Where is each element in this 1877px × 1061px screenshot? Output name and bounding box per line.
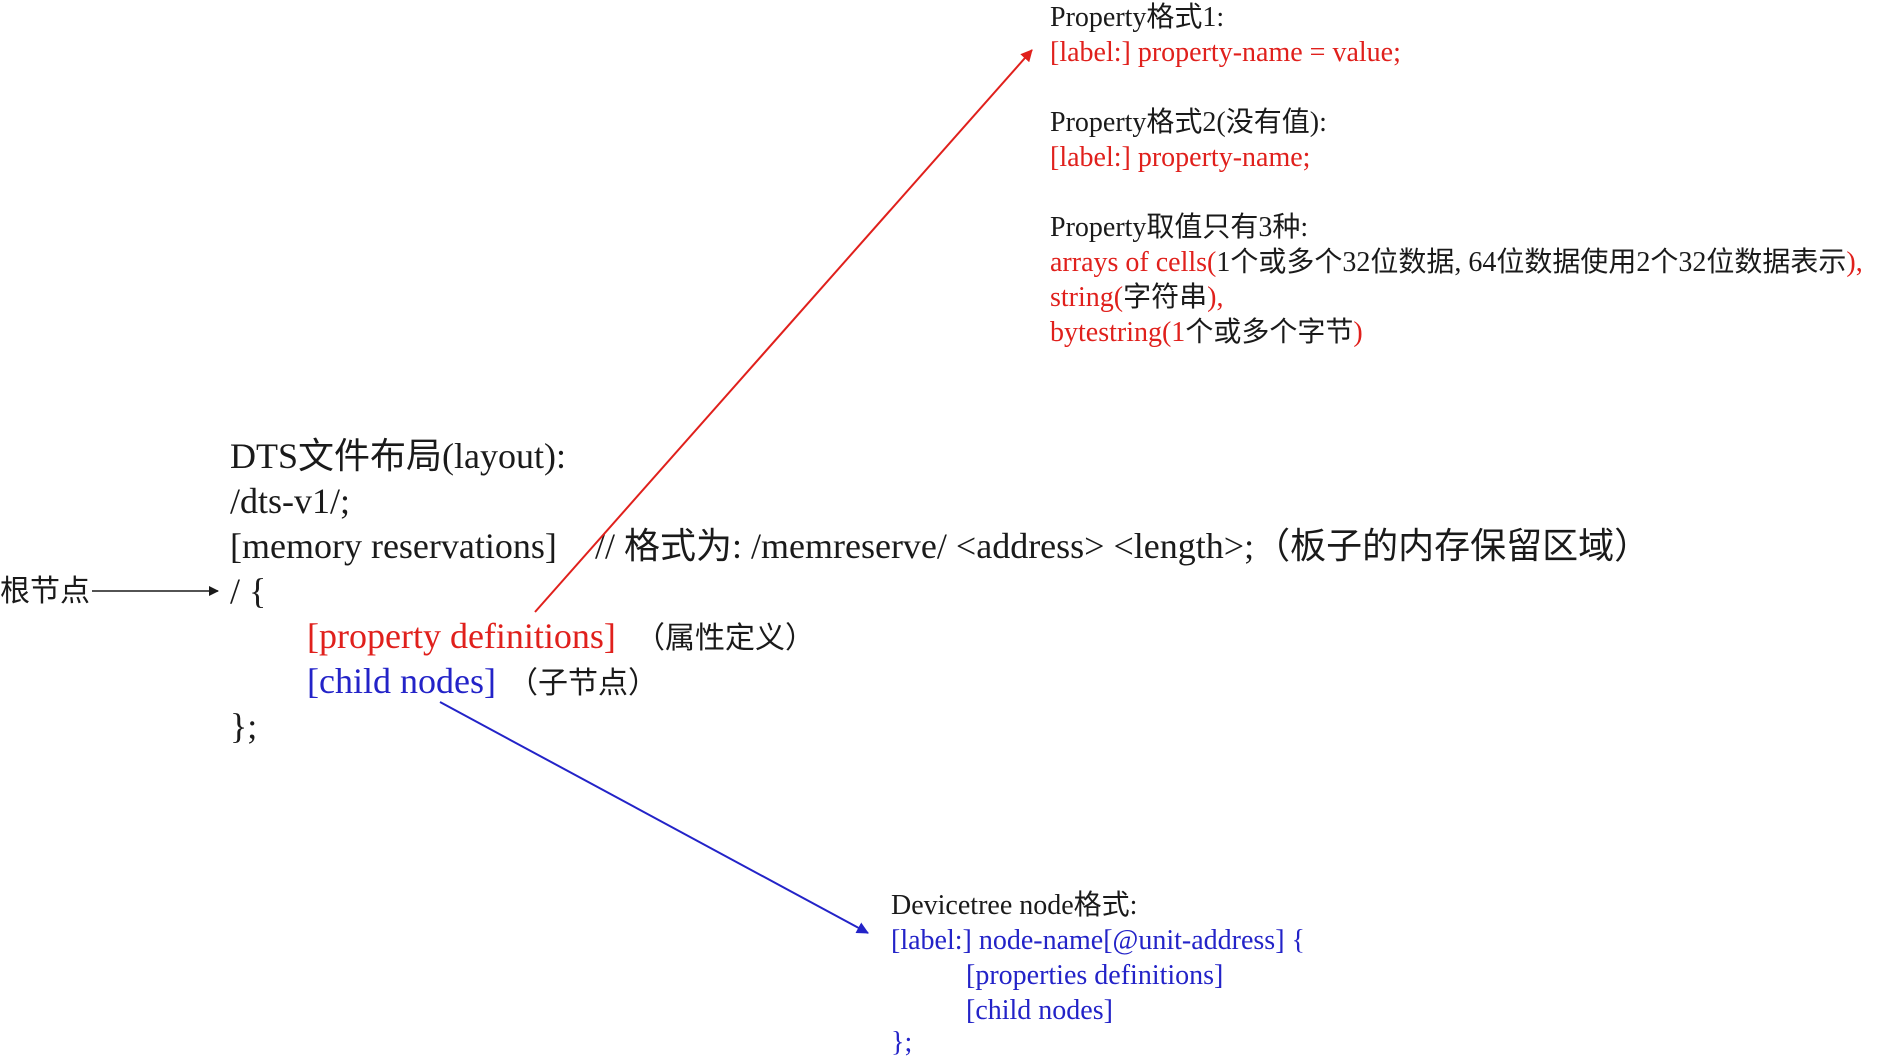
layout-memreserve-comment: // 格式为: /memreserve/ <address> <length>;… — [595, 526, 1651, 566]
property-format1-syntax: [label:] property-name = value; — [1050, 37, 1401, 68]
property-format2-heading: Property格式2(没有值): — [1050, 107, 1327, 138]
value-string-desc: 字符串 — [1123, 282, 1208, 313]
value-string-end: ), — [1207, 282, 1224, 313]
property-format1-heading: Property格式1: — [1050, 2, 1225, 33]
value-cells-desc: 1个或多个32位数据, 64位数据使用2个32位数据表示 — [1216, 247, 1847, 278]
property-values-heading: Property取值只有3种: — [1050, 212, 1309, 243]
property-value-bytestring: bytestring(1个或多个字节) — [1050, 315, 1363, 350]
node-format-heading: Devicetree node格式: — [891, 890, 1138, 921]
layout-memory-reservations: [memory reservations] — [230, 526, 557, 566]
root-node-label: 根节点 — [0, 575, 90, 608]
node-format-line1: [label:] node-name[@unit-address] { — [891, 925, 1305, 956]
value-cells-type: arrays of cells( — [1050, 247, 1217, 278]
value-bytestring-type: bytestring(1 — [1050, 317, 1186, 348]
layout-child-nodes: [child nodes] — [307, 661, 496, 701]
node-format-line3: [child nodes] — [966, 995, 1113, 1026]
property-format2-syntax: [label:] property-name; — [1050, 142, 1311, 173]
layout-version-line: /dts-v1/; — [230, 481, 351, 521]
value-string-type: string( — [1050, 282, 1124, 313]
value-bytestring-desc: 个或多个字节 — [1185, 317, 1354, 348]
layout-root-close: }; — [230, 706, 258, 746]
value-bytestring-end: ) — [1353, 317, 1363, 348]
property-value-cells: arrays of cells(1个或多个32位数据, 64位数据使用2个32位… — [1050, 245, 1863, 280]
layout-property-definitions-note: （属性定义） — [635, 622, 815, 655]
node-format-line4: }; — [891, 1027, 913, 1058]
layout-root-open: / { — [230, 571, 267, 611]
layout-title: DTS文件布局(layout): — [230, 436, 566, 476]
layout-property-definitions: [property definitions] — [307, 616, 616, 656]
node-format-line2: [properties definitions] — [966, 960, 1224, 991]
layout-child-nodes-note: （子节点） — [508, 667, 658, 700]
child-nodes-arrow — [439, 701, 869, 934]
property-value-string: string(字符串), — [1050, 280, 1223, 315]
value-cells-end: ), — [1846, 247, 1863, 278]
